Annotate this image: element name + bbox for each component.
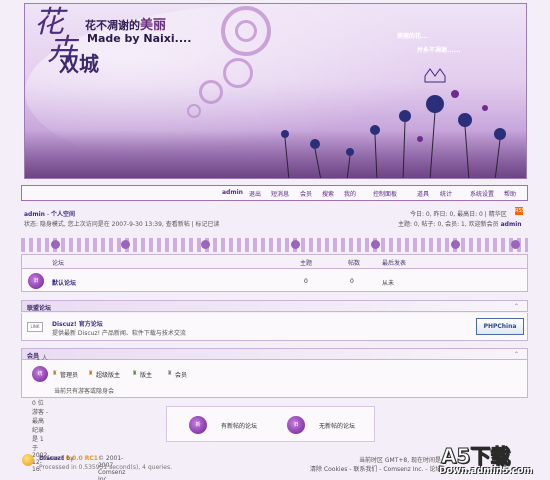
banner-slogan: 花不凋谢的美丽 — [85, 14, 166, 33]
admin-role-icon: ♜ — [52, 370, 58, 377]
new-member-link[interactable]: admin — [501, 221, 522, 228]
vine-flower-icon — [121, 240, 130, 249]
banner-title-city: 双城 — [59, 52, 99, 76]
banner-slogan-highlight: 美丽 — [140, 18, 167, 33]
watermark-big: A5下载 — [440, 444, 511, 469]
no-new-posts-icon: 旧 — [287, 416, 305, 434]
decorative-vine-divider — [21, 238, 528, 252]
top-nav: admin 退出 短消息 会员 搜索 我的 控制面板 道具 统计 系统设置 帮助 — [21, 185, 528, 201]
nav-messages[interactable]: 短消息 — [271, 189, 289, 198]
rss-icon[interactable]: RSS — [515, 207, 525, 215]
col-forum: 论坛 — [52, 260, 65, 267]
header-banner: 花 卉 双城 花不凋谢的美丽 Made by Naixi.... 美丽的花...… — [24, 3, 527, 179]
links-section-header[interactable]: 联盟论坛 ⌃ — [21, 300, 528, 312]
new-posts-label: 有新帖的论坛 — [221, 423, 258, 430]
banner-made-by: Made by Naixi.... — [87, 32, 192, 45]
phpchina-logo[interactable]: PHPChina — [476, 318, 524, 335]
links-section-title: 联盟论坛 — [27, 305, 52, 312]
nav-members[interactable]: 会员 — [300, 189, 312, 198]
nav-search[interactable]: 搜索 — [322, 189, 334, 198]
site-stats-text: 主题: 0, 帖子: 0, 会员: 1, 欢迎新会员 — [398, 221, 499, 228]
user-space-link[interactable]: 个人空间 — [51, 211, 75, 218]
collapse-icon[interactable]: ⌃ — [514, 303, 519, 310]
watermark: A5下载 Down.admin5.com — [437, 442, 550, 480]
powered-prefix: Powered by — [39, 455, 74, 462]
nav-username[interactable]: admin — [222, 189, 243, 196]
footer-links[interactable]: 清除 Cookies - 联系我们 - Comsenz Inc. - 论坛 — [310, 464, 442, 473]
timezone-text: 当前时区 GMT+8, 现在时间是 — [359, 457, 442, 464]
powered-by-text: Powered by Discuz! 6.0.0 RC1 © 2001-2007… — [39, 455, 125, 480]
nav-logout[interactable]: 退出 — [249, 189, 261, 198]
links-section-body: LINK Discuz! 官方论坛 提供最新 Discuz! 产品新闻、软件下载… — [21, 313, 528, 341]
col-posts: 帖数 — [348, 260, 361, 267]
vine-flower-icon — [511, 240, 520, 249]
discuz-logo-icon — [22, 454, 34, 466]
forum-table-header: 论坛 主题 帖数 最后发表 — [21, 254, 528, 268]
online-section-title: 会员 - 1 人在线 - 1 会员(1 隐身), 0 位游客 - 最高纪录是 1… — [27, 351, 49, 473]
nav-help[interactable]: 帮助 — [504, 189, 516, 198]
banner-ring-3 — [223, 58, 253, 88]
forum-topics-count: 0 — [304, 278, 308, 285]
forum-posts-count: 0 — [350, 278, 354, 285]
banner-ring-5 — [187, 104, 201, 118]
vine-flower-icon — [451, 240, 460, 249]
role-admin: 管理员 — [60, 372, 79, 379]
link-name[interactable]: Discuz! 官方论坛 — [52, 319, 103, 328]
banner-right-line-1: 美丽的花... — [397, 33, 428, 40]
member-role-icon: ♜ — [167, 370, 173, 377]
link-description: 提供最新 Discuz! 产品新闻、软件下载与技术交流 — [52, 330, 186, 337]
site-stats-line-1: 今日: 0, 昨日: 0, 最高日: 0 | 精华区 — [410, 211, 507, 218]
user-status-line: 状态: 隐身模式, 您上次访问是在 2007-9-30 13:39, 查看新帖 … — [24, 221, 220, 228]
banner-flowers-art — [281, 68, 506, 178]
online-section-header[interactable]: 会员 - 1 人在线 - 1 会员(1 隐身), 0 位游客 - 最高纪录是 1… — [21, 348, 528, 473]
nav-control-panel[interactable]: 控制面板 — [373, 189, 397, 198]
vine-flower-icon — [371, 240, 380, 249]
forum-legend: 新 有新帖的论坛 旧 无新帖的论坛 — [166, 406, 375, 442]
user-info: admin - 个人空间 — [24, 209, 75, 218]
vine-flower-icon — [201, 240, 210, 249]
vine-flower-icon — [291, 240, 300, 249]
banner-ring-2 — [235, 20, 257, 42]
new-posts-icon: 新 — [189, 416, 207, 434]
nav-my[interactable]: 我的 — [344, 189, 356, 198]
online-section-body: 统 ♜ 管理员 ♜ 超级版主 ♜ 版主 ♜ 会员 当前只有游客或隐身会 — [21, 360, 528, 398]
table-row: 旧 默认论坛 0 0 从未 — [21, 268, 528, 292]
banner-slogan-prefix: 花不凋谢的 — [85, 19, 140, 32]
online-note: 当前只有游客或隐身会 — [54, 388, 115, 395]
role-super-mod: 超级版主 — [96, 372, 121, 379]
online-stats-icon: 统 — [32, 366, 48, 382]
forum-name-link[interactable]: 默认论坛 — [52, 278, 76, 287]
forum-status-icon: 旧 — [28, 273, 44, 289]
nav-tools[interactable]: 道具 — [417, 189, 429, 198]
banner-right-line-2: 并永不凋谢...... — [417, 47, 461, 54]
nav-settings[interactable]: 系统设置 — [470, 189, 494, 198]
role-mod: 版主 — [140, 372, 153, 379]
no-new-posts-label: 无新帖的论坛 — [319, 423, 356, 430]
mod-role-icon: ♜ — [132, 370, 138, 377]
link-logo-icon: LINK — [27, 322, 43, 332]
col-topics: 主题 — [300, 260, 313, 267]
processed-text: Processed in 0.535951 second(s), 4 queri… — [39, 464, 172, 471]
role-member: 会员 — [175, 372, 188, 379]
nav-stats[interactable]: 统计 — [440, 189, 452, 198]
vine-flower-icon — [51, 240, 60, 249]
super-mod-role-icon: ♜ — [88, 370, 94, 377]
site-stats-line-2: 主题: 0, 帖子: 0, 会员: 1, 欢迎新会员 admin — [398, 219, 522, 228]
banner-ring-4 — [199, 80, 223, 104]
forum-last-post: 从未 — [382, 280, 395, 287]
collapse-icon[interactable]: ⌃ — [514, 351, 519, 358]
user-name-link[interactable]: admin — [24, 211, 45, 218]
col-last-post: 最后发表 — [382, 260, 407, 267]
watermark-url: Down.admin5.com — [439, 466, 533, 476]
